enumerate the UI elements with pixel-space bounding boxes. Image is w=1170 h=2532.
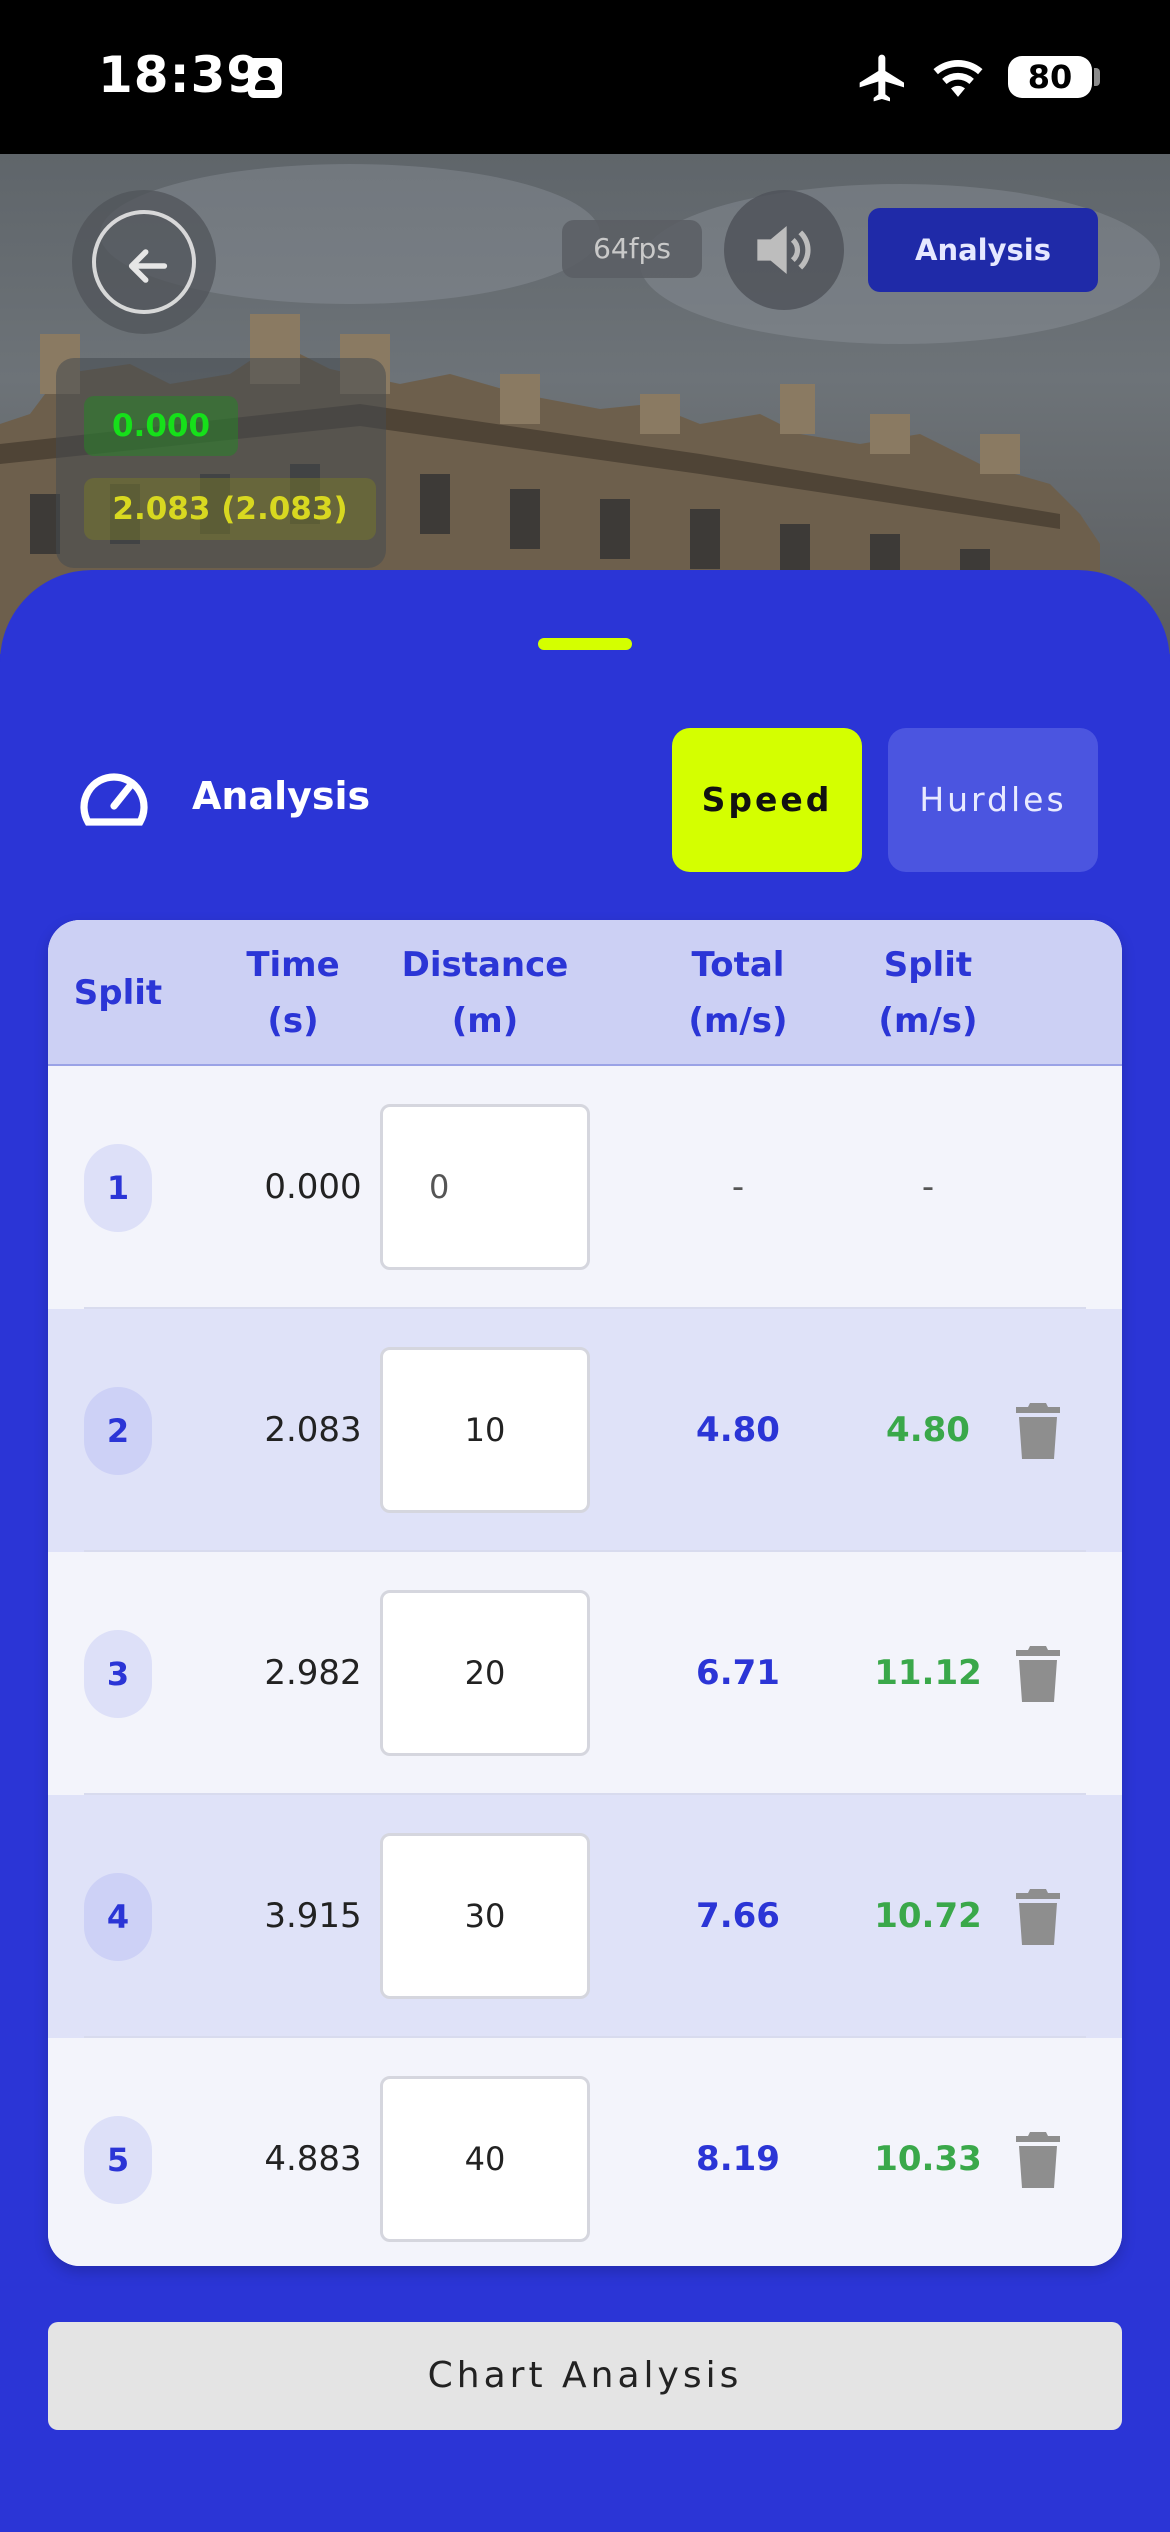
column-header-distance: Distance (m) (401, 945, 569, 1041)
split-number-badge: 5 (84, 2116, 152, 2204)
fps-badge: 64fps (562, 220, 702, 278)
sheet-grabber[interactable] (538, 638, 632, 650)
back-arrow-icon (92, 210, 196, 314)
column-header-split-speed: Split (m/s) (878, 945, 978, 1041)
timing-start-value: 0.000 (84, 396, 238, 456)
total-speed-cell: 4.80 (696, 1410, 780, 1450)
split-speed-cell: - (921, 1167, 935, 1207)
splits-table: Split Time (s) Distance (m) Total (m/s) … (48, 920, 1122, 2266)
back-button[interactable] (72, 190, 216, 334)
sound-toggle-button[interactable] (724, 190, 844, 310)
split-number-badge: 1 (84, 1144, 152, 1232)
split-speed-cell: 10.72 (874, 1896, 982, 1936)
analysis-sheet: Analysis Speed Hurdles Split Time (s) Di… (0, 570, 1170, 2532)
distance-input[interactable] (380, 1833, 590, 1999)
video-overlay: 64fps Analysis 0.000 2.083 (2.083) (0, 0, 1170, 654)
split-number-badge: 2 (84, 1387, 152, 1475)
distance-input[interactable] (380, 1347, 590, 1513)
split-speed-cell: 11.12 (874, 1653, 982, 1693)
trash-icon[interactable] (1016, 1646, 1060, 1702)
timing-split-value: 2.083 (2.083) (84, 478, 376, 540)
column-header-split: Split (73, 973, 163, 1013)
table-row: 5 4.883 8.19 10.33 (48, 2038, 1122, 2266)
table-row: 2 2.083 4.80 4.80 (48, 1309, 1122, 1552)
distance-input[interactable] (380, 1104, 590, 1270)
distance-input[interactable] (380, 1590, 590, 1756)
table-row: 3 2.982 6.71 11.12 (48, 1552, 1122, 1795)
tab-hurdles[interactable]: Hurdles (888, 728, 1098, 872)
sheet-title: Analysis (192, 774, 371, 818)
distance-input[interactable] (380, 2076, 590, 2242)
table-header: Split Time (s) Distance (m) Total (m/s) … (48, 920, 1122, 1066)
split-speed-cell: 10.33 (874, 2139, 982, 2179)
total-speed-cell: - (731, 1167, 745, 1207)
trash-icon[interactable] (1016, 1403, 1060, 1459)
column-header-total: Total (m/s) (688, 945, 788, 1041)
total-speed-cell: 6.71 (696, 1653, 780, 1693)
trash-icon[interactable] (1016, 2132, 1060, 2188)
total-speed-cell: 7.66 (696, 1896, 780, 1936)
column-header-time: Time (s) (246, 945, 340, 1041)
split-number-badge: 3 (84, 1630, 152, 1718)
speedometer-icon (80, 773, 148, 826)
total-speed-cell: 8.19 (696, 2139, 780, 2179)
split-number-badge: 4 (84, 1873, 152, 1961)
split-speed-cell: 4.80 (886, 1410, 970, 1450)
analysis-button[interactable]: Analysis (868, 208, 1098, 292)
speaker-icon (757, 226, 811, 274)
table-row: 1 0.000 - - (48, 1066, 1122, 1309)
trash-icon[interactable] (1016, 1889, 1060, 1945)
chart-analysis-button[interactable]: Chart Analysis (48, 2322, 1122, 2430)
table-row: 4 3.915 7.66 10.72 (48, 1795, 1122, 2038)
tab-speed[interactable]: Speed (672, 728, 862, 872)
